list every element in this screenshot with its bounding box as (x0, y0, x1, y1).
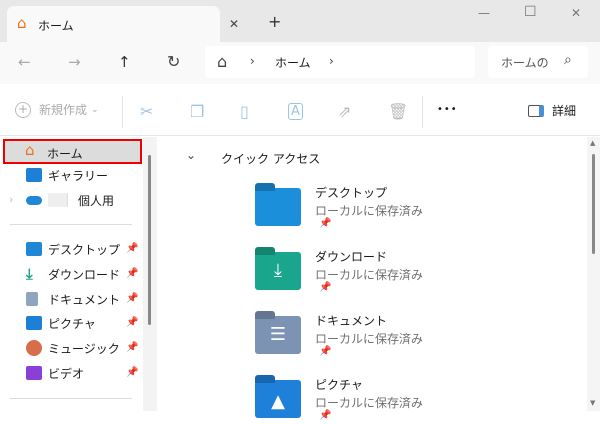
plus-icon: + (15, 101, 31, 118)
more-options-button[interactable]: ••• (437, 104, 458, 115)
home-icon: ⌂ (17, 14, 27, 32)
blurred-account-name (48, 193, 68, 207)
sidebar-item-label: 個人用 (78, 193, 115, 208)
search-icon: ⌕ (564, 52, 572, 68)
cloud-icon (26, 195, 42, 205)
sidebar-item-label: ピクチャ (48, 316, 96, 331)
sidebar-scrollbar[interactable] (143, 137, 157, 411)
scrollbar-thumb[interactable] (148, 155, 151, 325)
pin-icon[interactable]: 📌 (126, 268, 138, 279)
music-icon (26, 340, 42, 356)
forward-button[interactable]: → (68, 53, 81, 71)
sidebar-item-label: ギャラリー (48, 168, 109, 183)
pin-icon[interactable]: 📌 (126, 243, 138, 254)
sidebar-item-documents[interactable]: ドキュメント (4, 288, 142, 310)
pin-icon[interactable]: 📌 (126, 317, 138, 328)
pin-icon: 📌 (319, 346, 332, 357)
pin-icon[interactable]: 📌 (126, 342, 138, 353)
document-icon (26, 292, 38, 306)
item-status: ローカルに保存済み (315, 204, 424, 218)
item-name: ドキュメント (315, 314, 388, 328)
rename-icon[interactable]: A (288, 103, 303, 120)
gallery-icon (26, 168, 42, 182)
download-icon: ⤓ (26, 265, 33, 283)
chevron-down-icon: ⌄ (91, 104, 99, 115)
sidebar-item-label: ビデオ (48, 366, 85, 381)
pin-icon[interactable]: 📌 (126, 367, 138, 378)
sidebar-item-music[interactable]: ミュージック (4, 337, 142, 359)
divider (10, 224, 132, 225)
sidebar-item-label: ミュージック (48, 341, 120, 356)
scroll-up-icon[interactable]: ▲ (590, 139, 595, 147)
breadcrumb-home[interactable]: ホーム (275, 54, 311, 71)
item-status: ローカルに保存済み (315, 268, 424, 282)
scroll-down-icon[interactable]: ▼ (590, 399, 595, 407)
sidebar-item-pictures[interactable]: ピクチャ (4, 312, 142, 334)
divider (10, 398, 132, 399)
sidebar-item-label: ホーム (47, 147, 83, 161)
pin-icon: 📌 (319, 218, 332, 229)
sidebar-item-videos[interactable]: ビデオ (4, 362, 142, 384)
back-button[interactable]: ← (18, 53, 31, 71)
divider (122, 96, 123, 128)
sidebar-item-label: デスクトップ (48, 242, 121, 257)
share-icon[interactable]: ⇗ (338, 102, 351, 121)
sidebar-item-gallery[interactable]: ギャラリー (4, 164, 142, 186)
home-icon: ⌂ (217, 52, 228, 71)
item-name: デスクトップ (315, 186, 388, 200)
tab-close-icon[interactable]: ✕ (229, 17, 239, 31)
home-icon: ⌂ (25, 141, 35, 159)
new-label: 新規作成 (39, 103, 88, 117)
pin-icon: 📌 (319, 282, 332, 293)
video-icon (26, 366, 42, 380)
scrollbar-thumb[interactable] (592, 154, 595, 254)
collapse-chevron-icon[interactable]: ⌄ (186, 148, 196, 162)
pictures-icon (26, 316, 42, 330)
breadcrumb-separator[interactable]: › (250, 54, 255, 68)
details-label: 詳細 (552, 104, 577, 118)
sidebar-item-onedrive[interactable]: 個人用 (4, 189, 142, 211)
search-placeholder: ホームの (501, 56, 549, 70)
sidebar-item-home[interactable]: ⌂ ホーム (3, 139, 142, 164)
pictures-folder-icon: ▲ (255, 380, 301, 418)
section-title[interactable]: クイック アクセス (221, 150, 320, 167)
details-button[interactable]: 詳細 (528, 102, 576, 119)
cut-icon[interactable]: ✂ (140, 102, 153, 121)
search-box[interactable]: ホームの ⌕ (488, 46, 588, 78)
details-pane-icon (528, 104, 544, 117)
sidebar-item-label: ドキュメント (48, 292, 121, 307)
paste-icon[interactable]: ▯ (240, 102, 249, 121)
main-scrollbar[interactable]: ▲ ▼ (587, 137, 600, 411)
sidebar-item-downloads[interactable]: ⤓ ダウンロード (4, 263, 142, 285)
documents-folder-icon: ☰ (255, 316, 301, 354)
item-name: ピクチャ (315, 378, 363, 392)
item-status: ローカルに保存済み (315, 396, 424, 410)
pin-icon[interactable]: 📌 (126, 293, 138, 304)
desktop-icon (26, 242, 42, 256)
copy-icon[interactable]: ❐ (190, 102, 204, 121)
item-name: ダウンロード (315, 250, 388, 264)
close-button[interactable]: ✕ (571, 6, 581, 20)
sidebar-item-desktop[interactable]: デスクトップ (4, 238, 142, 260)
new-button[interactable]: + 新規作成 ⌄ (15, 101, 99, 118)
desktop-folder-icon (255, 188, 301, 226)
downloads-folder-icon: ⤓ (255, 252, 301, 290)
sidebar-item-label: ダウンロード (48, 267, 121, 282)
new-tab-button[interactable]: + (268, 12, 281, 31)
address-bar[interactable]: ⌂ › ホーム › (205, 46, 475, 78)
minimize-button[interactable]: — (478, 6, 490, 20)
breadcrumb-separator[interactable]: › (329, 54, 334, 68)
up-button[interactable]: ↑ (118, 53, 131, 71)
maximize-button[interactable]: ☐ (524, 4, 537, 20)
command-bar: + 新規作成 ⌄ ✂ ❐ ▯ A ⇗ 🗑 ••• 詳細 (0, 84, 600, 136)
refresh-button[interactable]: ↻ (167, 52, 180, 71)
delete-icon[interactable]: 🗑 (388, 102, 408, 121)
pin-icon: 📌 (319, 410, 332, 421)
divider (422, 96, 423, 128)
tab-home[interactable]: ⌂ ホーム ✕ (7, 6, 239, 42)
tab-title: ホーム (38, 19, 74, 33)
item-status: ローカルに保存済み (315, 332, 424, 346)
